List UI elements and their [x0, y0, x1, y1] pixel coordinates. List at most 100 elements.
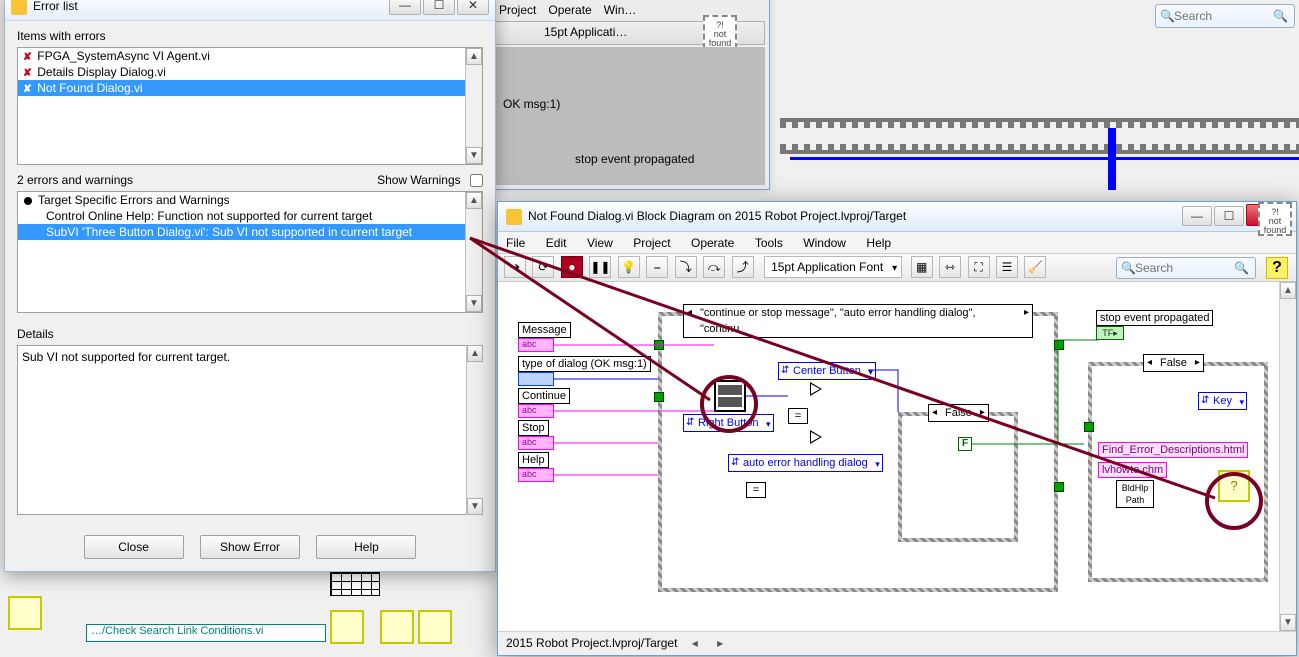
font-selector[interactable]: 15pt Application Font	[764, 256, 902, 278]
stop-terminal[interactable]	[518, 436, 554, 450]
maximize-button[interactable]: ☐	[423, 0, 455, 15]
retain-wire-button[interactable]: ⎯	[646, 256, 668, 278]
scroll-down-icon[interactable]: ▼	[1280, 614, 1296, 631]
cleanup-button[interactable]: 🧹	[1024, 256, 1046, 278]
highlight-exec-button[interactable]: 💡	[618, 256, 640, 278]
close-button[interactable]: ✕	[457, 0, 489, 15]
toolbar-search[interactable]: 🔍 🔍	[1116, 257, 1256, 279]
minimize-button[interactable]: —	[1182, 206, 1212, 226]
run-button[interactable]: ➔	[504, 256, 526, 278]
scroll-up-icon[interactable]: ▲	[466, 48, 482, 65]
tunnel[interactable]	[1054, 482, 1064, 492]
find-error-descriptions-const[interactable]: Find_Error_Descriptions.html	[1098, 442, 1248, 458]
front-panel-window-bg: …g.vi Front Panel on 2015… ProjectOperat…	[490, 0, 770, 190]
error-item[interactable]: ✘Details Display Dialog.vi	[18, 64, 482, 80]
search-icon: 🔍	[1121, 261, 1136, 275]
distribute-button[interactable]: ⇿	[939, 256, 961, 278]
step-out-button[interactable]: ⤴	[732, 256, 754, 278]
error-item[interactable]: ✘FPGA_SystemAsync VI Agent.vi	[18, 48, 482, 64]
block-diagram-titlebar[interactable]: Not Found Dialog.vi Block Diagram on 201…	[498, 202, 1296, 232]
block-diagram-menubar[interactable]: File Edit View Project Operate Tools Win…	[498, 232, 1296, 254]
align-button[interactable]: ▦	[911, 256, 933, 278]
case-selector-inner-1[interactable]: False	[928, 404, 989, 422]
maximize-button[interactable]: ☐	[1214, 206, 1244, 226]
nav-right-icon[interactable]: ▸	[712, 632, 728, 654]
error-x-icon: ✘	[24, 50, 31, 64]
menu-operate[interactable]: Operate	[691, 232, 734, 254]
equal-node[interactable]: =	[788, 408, 808, 424]
compare-node[interactable]	[810, 382, 822, 396]
show-error-button[interactable]: Show Error	[200, 535, 300, 559]
warnings-group-header[interactable]: Target Specific Errors and Warnings	[18, 192, 482, 208]
menu-tools[interactable]: Tools	[755, 232, 783, 254]
lvhowto-const[interactable]: lvhowto.chm	[1098, 462, 1167, 478]
scroll-down-icon[interactable]: ▼	[467, 498, 483, 515]
scroll-up-icon[interactable]: ▲	[466, 192, 482, 209]
scroll-down-icon[interactable]: ▼	[466, 295, 482, 312]
three-button-dialog-subvi[interactable]	[714, 380, 746, 412]
block-diagram-canvas[interactable]: "continue or stop message", "auto error …	[498, 282, 1279, 631]
scrollbar[interactable]: ▲ ▼	[465, 192, 482, 312]
scrollbar[interactable]: ▲ ▼	[465, 48, 482, 164]
false-constant[interactable]: F	[958, 437, 972, 451]
scroll-down-icon[interactable]: ▼	[466, 147, 482, 164]
bg-search[interactable]: 🔍 🔍	[1155, 4, 1295, 28]
show-warnings-toggle[interactable]: Show Warnings	[377, 173, 483, 187]
context-help-button[interactable]: ?	[1266, 257, 1288, 279]
tunnel[interactable]	[1084, 422, 1094, 432]
right-button-ring[interactable]: Right Button	[683, 414, 774, 432]
tunnel[interactable]	[654, 392, 664, 402]
auto-error-ring[interactable]: auto error handling dialog	[728, 454, 883, 472]
step-over-button[interactable]: ⤼	[703, 256, 725, 278]
equal-node[interactable]: =	[746, 482, 766, 498]
continue-terminal[interactable]	[518, 404, 554, 418]
case-structure-inner-1[interactable]	[898, 412, 1018, 542]
warning-item-selected[interactable]: SubVI 'Three Button Dialog.vi': Sub VI n…	[18, 224, 482, 240]
step-into-button[interactable]: ⤵	[675, 256, 697, 278]
search-icon: 🔍	[1160, 9, 1175, 23]
scroll-up-icon[interactable]: ▲	[467, 345, 483, 362]
type-terminal[interactable]	[518, 372, 554, 386]
error-list-titlebar[interactable]: Error list — ☐ ✕	[5, 0, 495, 21]
menu-edit[interactable]: Edit	[546, 232, 567, 254]
tunnel[interactable]	[654, 340, 664, 350]
center-button-ring[interactable]: Center Button	[778, 362, 876, 380]
abort-button[interactable]: ●	[561, 256, 583, 278]
menu-window[interactable]: Window	[803, 232, 846, 254]
reorder-button[interactable]: ☰	[996, 256, 1018, 278]
nav-left-icon[interactable]: ◂	[687, 632, 703, 654]
search-go-icon[interactable]: 🔍	[1273, 9, 1288, 23]
help-terminal[interactable]	[518, 468, 554, 482]
case-selector-right[interactable]: False	[1143, 354, 1204, 372]
stop-propagated-indicator[interactable]: TF▸	[1096, 326, 1124, 340]
pause-button[interactable]: ❚❚	[589, 256, 611, 278]
key-ring[interactable]: Key	[1198, 392, 1247, 410]
tunnel[interactable]	[1054, 340, 1064, 350]
online-help-subvi[interactable]: ?	[1218, 470, 1250, 502]
scroll-up-icon[interactable]: ▲	[1280, 282, 1296, 299]
resize-button[interactable]: ⛶	[968, 256, 990, 278]
menu-view[interactable]: View	[587, 232, 613, 254]
close-button[interactable]: Close	[84, 535, 184, 559]
menu-file[interactable]: File	[506, 232, 525, 254]
block-diagram-title: Not Found Dialog.vi Block Diagram on 201…	[528, 209, 906, 223]
case-selector-outer[interactable]: "continue or stop message", "auto error …	[683, 304, 1033, 338]
help-button[interactable]: Help	[316, 535, 416, 559]
scrollbar[interactable]: ▲ ▼	[466, 345, 483, 515]
minimize-button[interactable]: —	[389, 0, 421, 15]
vertical-scrollbar[interactable]: ▲ ▼	[1279, 282, 1296, 631]
errors-and-warnings-list[interactable]: Target Specific Errors and Warnings Cont…	[17, 191, 483, 313]
compare-node[interactable]	[810, 430, 822, 444]
show-warnings-checkbox[interactable]	[470, 174, 483, 187]
warning-item[interactable]: Control Online Help: Function not suppor…	[18, 208, 482, 224]
message-terminal[interactable]	[518, 338, 554, 352]
menu-project[interactable]: Project	[633, 232, 670, 254]
menu-help[interactable]: Help	[866, 232, 891, 254]
bg-subvi-icon	[330, 610, 364, 644]
build-help-path-subvi[interactable]: BldHlp Path	[1116, 480, 1154, 508]
search-go-icon[interactable]: 🔍	[1234, 261, 1249, 275]
items-with-errors-list[interactable]: ✘FPGA_SystemAsync VI Agent.vi ✘Details D…	[17, 47, 483, 165]
run-continuous-button[interactable]: ⟳	[532, 256, 554, 278]
error-item-selected[interactable]: ✘Not Found Dialog.vi	[18, 80, 482, 96]
error-list-buttons: Close Show Error Help	[5, 535, 495, 559]
